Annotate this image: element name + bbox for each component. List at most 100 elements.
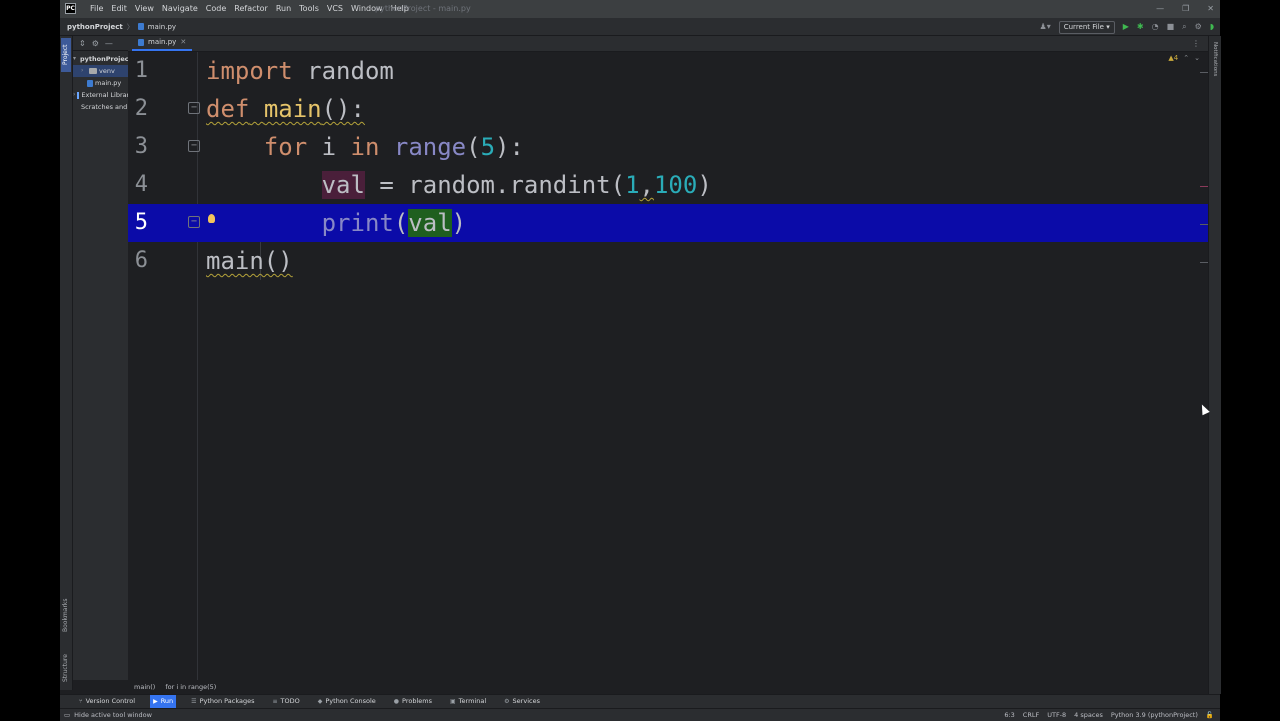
breadcrumb-item[interactable]: for i in range(5) xyxy=(165,682,216,693)
gear-icon[interactable]: ⚙ xyxy=(92,39,99,48)
settings-icon[interactable]: ⚙ xyxy=(1195,19,1202,35)
error-stripe-mark[interactable] xyxy=(1200,262,1208,263)
status-text: Hide active tool window xyxy=(74,711,152,719)
caret-position[interactable]: 6:3 xyxy=(1004,709,1014,721)
tool-tab-label: Terminal xyxy=(458,697,487,705)
fold-icon[interactable]: − xyxy=(188,102,200,114)
token-punct: , xyxy=(639,171,654,199)
menu-edit[interactable]: Edit xyxy=(107,0,131,18)
plugin-icon[interactable]: ◗ xyxy=(1210,19,1214,35)
code-line[interactable]: 1 import random xyxy=(128,52,1208,90)
menu-file[interactable]: File xyxy=(86,0,107,18)
code-text: print(val) xyxy=(206,204,466,242)
tool-tab-label: Version Control xyxy=(85,697,136,705)
menu-refactor[interactable]: Refactor xyxy=(230,0,272,18)
menu-vcs[interactable]: VCS xyxy=(323,0,347,18)
navigation-bar: pythonProject 〉 main.py ♟▾ Current File … xyxy=(60,19,1220,36)
indent-setting[interactable]: 4 spaces xyxy=(1074,709,1103,721)
token-keyword: in xyxy=(350,133,380,161)
file-encoding[interactable]: UTF-8 xyxy=(1047,709,1066,721)
notifications-tool-tab[interactable]: Notifications xyxy=(1210,42,1220,76)
lock-icon[interactable]: 🔓 xyxy=(1206,709,1214,721)
add-user-icon[interactable]: ♟▾ xyxy=(1040,19,1051,35)
line-number: 5 xyxy=(134,210,148,235)
editor-breadcrumb: main() for i in range(5) xyxy=(128,682,1214,693)
code-line[interactable]: 2 − def main(): xyxy=(128,90,1208,128)
bookmarks-tool-tab[interactable]: Bookmarks xyxy=(61,592,71,632)
chevron-right-icon[interactable]: › xyxy=(73,89,75,101)
tab-main-py[interactable]: main.py ✕ xyxy=(132,35,193,51)
run-config-select[interactable]: Current File ▾ xyxy=(1058,20,1115,34)
project-tool-tab[interactable]: Project xyxy=(61,38,71,72)
run-icon[interactable]: ▶ xyxy=(1123,19,1129,35)
error-stripe-mark[interactable] xyxy=(1200,72,1208,73)
tree-item-project-root[interactable]: ▾ pythonProject xyxy=(73,53,128,65)
menu-run[interactable]: Run xyxy=(272,0,295,18)
debug-icon[interactable]: ✱ xyxy=(1137,19,1144,35)
token-method: randint xyxy=(509,171,611,199)
tool-tab-todo[interactable]: ≡ TODO xyxy=(270,695,303,708)
chevron-down-icon[interactable]: ▾ xyxy=(73,53,76,65)
tab-label: main.py xyxy=(148,38,177,46)
python-interpreter[interactable]: Python 3.9 (pythonProject) xyxy=(1111,709,1198,721)
close-window-icon[interactable]: ✕ xyxy=(1207,0,1214,18)
nav-project[interactable]: pythonProject xyxy=(67,19,123,35)
token-keyword: def xyxy=(206,95,250,123)
tool-tab-services[interactable]: ⚙ Services xyxy=(501,695,543,708)
more-tabs-icon[interactable]: ⋮ xyxy=(1192,36,1200,51)
code-line[interactable]: 3 − for i in range(5): xyxy=(128,128,1208,166)
token-punct: (): xyxy=(321,95,365,123)
line-number: 6 xyxy=(134,248,148,273)
tool-window-toggle-icon[interactable]: ▭ xyxy=(64,709,70,721)
collapse-all-icon[interactable]: ⇕ xyxy=(79,39,86,48)
tool-tab-run[interactable]: ▶ Run xyxy=(150,695,177,708)
search-icon[interactable]: ⌕ xyxy=(1182,19,1186,35)
token-punct: ( xyxy=(466,133,481,161)
coverage-icon[interactable]: ◔ xyxy=(1152,19,1159,35)
stop-icon[interactable]: ■ xyxy=(1167,19,1175,35)
project-tree: ▾ pythonProject › venv main.py › External L… xyxy=(73,51,128,113)
tool-tab-label: Run xyxy=(160,697,174,705)
chevron-right-icon[interactable]: › xyxy=(81,65,87,77)
project-panel: ⇕ ⚙ — ▾ pythonProject › venv main.py › Exte… xyxy=(73,36,129,680)
editor-tab-bar: main.py ✕ ⋮ xyxy=(128,36,1208,52)
menu-view[interactable]: View xyxy=(131,0,158,18)
code-line[interactable]: 4 val = random.randint(1,100) xyxy=(128,166,1208,204)
hide-panel-icon[interactable]: — xyxy=(105,39,113,48)
breadcrumb-item[interactable]: main() xyxy=(134,682,155,693)
restore-icon[interactable]: ❐ xyxy=(1182,0,1189,18)
tool-tab-python-packages[interactable]: ☰ Python Packages xyxy=(188,695,257,708)
line-separator[interactable]: CRLF xyxy=(1023,709,1039,721)
token-punct: ) xyxy=(697,171,712,199)
error-stripe-mark[interactable] xyxy=(1200,224,1208,225)
tool-tab-label: Problems xyxy=(402,697,432,705)
current-code-line[interactable]: 5 − print(val) xyxy=(128,204,1208,242)
tool-tab-problems[interactable]: ● Problems xyxy=(391,695,435,708)
tool-tab-python-console[interactable]: ◆ Python Console xyxy=(315,695,379,708)
tree-item-scratches[interactable]: Scratches and Consoles xyxy=(73,101,128,113)
nav-file[interactable]: main.py xyxy=(148,19,176,35)
project-toolbar: ⇕ ⚙ — xyxy=(73,36,128,51)
code-text: for i in range(5): xyxy=(206,128,524,166)
code-line[interactable]: 6 main() xyxy=(128,242,1208,280)
tool-tab-label: TODO xyxy=(280,697,300,705)
tool-tab-version-control[interactable]: ⑂ Version Control xyxy=(76,695,138,708)
fold-icon[interactable]: − xyxy=(188,216,200,228)
error-stripe[interactable] xyxy=(1198,52,1208,680)
error-stripe-mark[interactable] xyxy=(1200,186,1208,187)
menu-tools[interactable]: Tools xyxy=(295,0,323,18)
window-controls: — ❐ ✕ xyxy=(1156,0,1214,18)
pycharm-logo-icon: PC xyxy=(65,3,76,14)
token-builtin: range xyxy=(379,133,467,161)
tree-item-venv[interactable]: › venv xyxy=(73,65,128,77)
fold-icon[interactable]: − xyxy=(188,140,200,152)
tool-tab-terminal[interactable]: ▣ Terminal xyxy=(447,695,489,708)
menu-navigate[interactable]: Navigate xyxy=(158,0,202,18)
tree-item-external-libraries[interactable]: › External Libraries xyxy=(73,89,128,101)
minimize-icon[interactable]: — xyxy=(1156,0,1164,18)
close-tab-icon[interactable]: ✕ xyxy=(180,35,186,50)
menu-code[interactable]: Code xyxy=(202,0,230,18)
tool-tab-label: Services xyxy=(512,697,540,705)
tree-item-main-py[interactable]: main.py xyxy=(73,77,128,89)
structure-tool-tab[interactable]: Structure xyxy=(61,648,71,682)
